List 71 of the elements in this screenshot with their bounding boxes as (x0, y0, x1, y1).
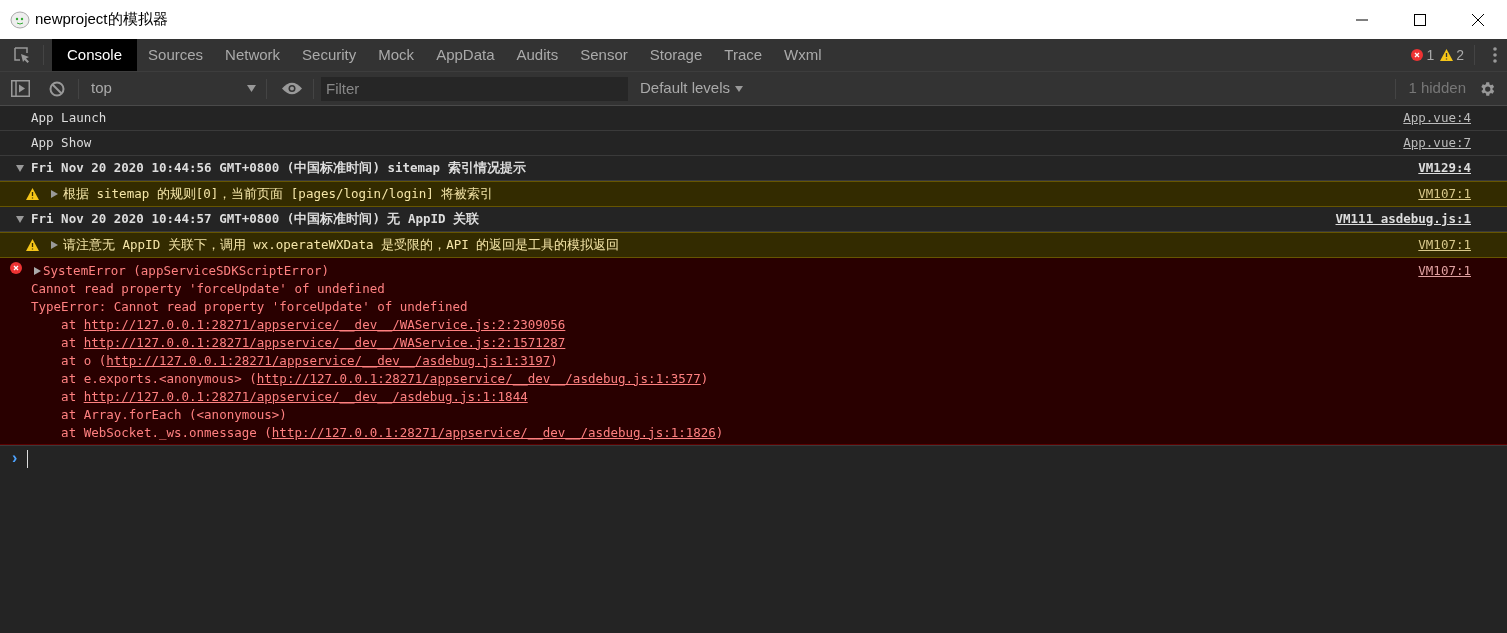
stack-trace-text: at WebSocket._ws.onmessage ( (60, 423, 272, 442)
error-icon (10, 262, 22, 274)
context-dropdown[interactable]: top (91, 77, 256, 100)
source-link[interactable]: VM107:1 (1418, 235, 1471, 255)
devtools-tab[interactable]: Mock (367, 39, 426, 71)
close-icon (1472, 13, 1484, 26)
devtools-tab[interactable]: AppData (425, 39, 506, 71)
caret-icon (735, 85, 744, 92)
log-message: App Launch (31, 108, 107, 127)
log-message: App Show (31, 133, 92, 152)
clear-console-icon[interactable] (49, 80, 65, 97)
collapsed-triangle-icon[interactable] (50, 190, 58, 198)
eye-icon[interactable] (282, 82, 302, 95)
source-link[interactable]: VM107:1 (1418, 184, 1471, 204)
text-cursor (27, 450, 29, 468)
stack-trace-text: TypeError: Cannot read property 'forceUpdate' of undefined (31, 297, 468, 316)
caret-icon (247, 85, 256, 92)
more-options-icon[interactable] (1493, 47, 1497, 63)
devtools-tab[interactable]: Wxml (773, 39, 833, 71)
sidebar-toggle-icon[interactable] (11, 80, 30, 97)
expanded-triangle-icon[interactable] (16, 164, 24, 172)
window-title: newproject的模拟器 (35, 9, 168, 30)
collapsed-triangle-icon[interactable] (50, 241, 58, 249)
hidden-count: 1 hidden (1408, 78, 1466, 99)
maximize-icon (1414, 13, 1426, 26)
stack-trace-text: at (60, 315, 78, 334)
warning-icon (26, 188, 39, 200)
stack-trace-link[interactable]: http://127.0.0.1:28271/appservice/__dev__/asdebug.js:1:1844 (83, 387, 528, 407)
group-title: Fri Nov 20 2020 10:44:57 GMT+0800 (中国标准时间) 无 AppID 关联 (31, 209, 480, 228)
devtools-tab[interactable]: Security (291, 39, 368, 71)
source-link[interactable]: VM111 asdebug.js:1 (1335, 209, 1471, 229)
source-link[interactable]: App.vue:7 (1403, 133, 1471, 153)
stack-trace-text: at o ( (60, 351, 107, 370)
devtools-tab[interactable]: Sensor (569, 39, 639, 71)
stack-trace-text: at (60, 387, 78, 406)
warning-message: 请注意无 AppID 关联下，调用 wx.operateWXData 是受限的，API 的返回是工具的模拟返回 (63, 235, 620, 254)
devtools-tab[interactable]: Storage (638, 39, 714, 71)
devtools-tab[interactable]: Trace (713, 39, 774, 71)
prompt-symbol: › (12, 450, 18, 466)
error-icon (1411, 49, 1424, 61)
expanded-triangle-icon[interactable] (16, 215, 24, 223)
stack-trace-text: Cannot read property 'forceUpdate' of undefined (31, 279, 385, 298)
stack-trace-link[interactable]: http://127.0.0.1:28271/appservice/__dev__/asdebug.js:1:3577 (256, 369, 701, 389)
stack-trace-text: at Array.forEach (<anonymous>) (60, 405, 287, 424)
source-link[interactable]: VM129:4 (1418, 158, 1471, 178)
devtools-tab[interactable]: Sources (137, 39, 215, 71)
stack-trace-text: at (60, 333, 78, 352)
app-logo-icon (10, 10, 30, 29)
source-link[interactable]: VM107:1 (1418, 261, 1471, 281)
stack-trace-link[interactable]: http://127.0.0.1:28271/appservice/__dev__/asdebug.js:1:3197 (106, 351, 551, 371)
devtools-tab[interactable]: Console (52, 39, 138, 71)
stack-trace-text: at e.exports.<anonymous> ( (60, 369, 257, 388)
warning-count: 2 (1456, 45, 1464, 65)
devtools-tab[interactable]: Network (214, 39, 292, 71)
stack-trace-link[interactable]: http://127.0.0.1:28271/appservice/__dev__/WAService.js:2:2309056 (83, 315, 566, 335)
log-levels-dropdown[interactable]: Default levels (640, 77, 744, 100)
stack-trace-link[interactable]: http://127.0.0.1:28271/appservice/__dev__/asdebug.js:1:1826 (271, 423, 716, 443)
error-message: SystemError (appServiceSDKScriptError) (43, 261, 329, 280)
collapsed-triangle-icon[interactable] (33, 267, 41, 275)
stack-trace-text: ) (700, 369, 709, 388)
warning-icon (1440, 49, 1454, 61)
stack-trace-text: ) (550, 351, 558, 370)
source-link[interactable]: App.vue:4 (1403, 108, 1471, 128)
devtools-tab[interactable]: Audits (505, 39, 570, 71)
error-count: 1 (1426, 45, 1435, 65)
warning-icon (26, 239, 39, 251)
warning-message: 根据 sitemap 的规则[0]，当前页面 [pages/login/login] 将被索引 (63, 184, 494, 203)
stack-trace-link[interactable]: http://127.0.0.1:28271/appservice/__dev__/WAService.js:2:1571287 (83, 333, 566, 353)
filter-field[interactable]: Filter (321, 76, 628, 101)
stack-trace-text: ) (715, 423, 724, 442)
group-title: Fri Nov 20 2020 10:44:56 GMT+0800 (中国标准时间) sitemap 索引情况提示 (31, 158, 526, 177)
